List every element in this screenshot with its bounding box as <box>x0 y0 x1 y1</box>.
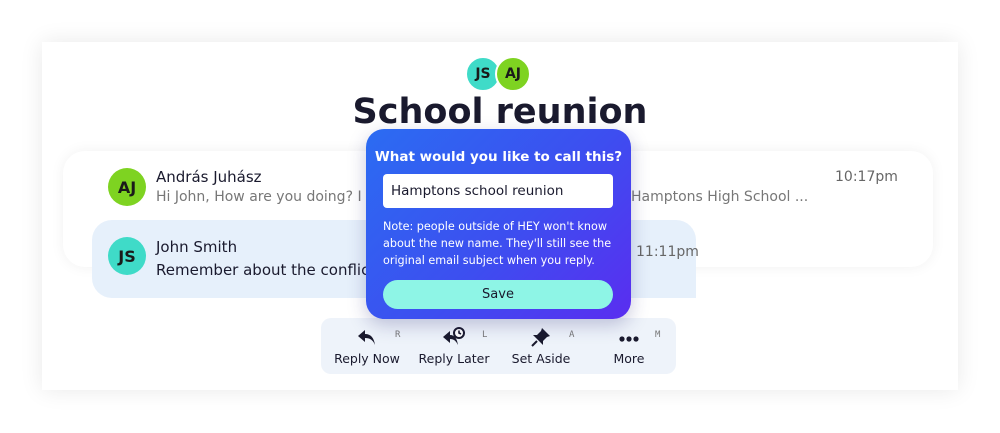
avatar: AJ <box>108 168 146 206</box>
avatar: JS <box>108 237 146 275</box>
action-toolbar: R Reply Now L Reply Later A Set Aside M … <box>321 318 676 374</box>
sender-name: John Smith <box>156 238 238 256</box>
list-item[interactable]: AJ András Juhász Hi John, How are you do… <box>0 0 1000 206</box>
reply-later-button[interactable]: L Reply Later <box>410 318 498 374</box>
page-title: School reunion <box>352 92 648 132</box>
shortcut-key: L <box>482 330 488 340</box>
sender-name: András Juhász <box>156 168 262 186</box>
button-label: Reply Now <box>334 351 400 366</box>
save-button[interactable]: Save <box>383 280 613 309</box>
popup-note: Note: people outside of HEY won't know a… <box>383 220 612 267</box>
popup-heading: What would you like to call this? <box>374 149 623 165</box>
set-aside-button[interactable]: A Set Aside <box>497 318 585 374</box>
button-label: Set Aside <box>511 351 571 366</box>
shortcut-key: R <box>395 330 401 340</box>
message-snippet: Remember about the conflicti <box>156 261 366 279</box>
reply-now-button[interactable]: R Reply Now <box>323 318 411 374</box>
message-time: 10:17pm <box>835 169 898 185</box>
more-button[interactable]: M More <box>585 318 673 374</box>
message-time: 11:11pm <box>636 244 699 260</box>
message-snippet: Hi John, How are you doing? I wa <box>156 189 366 205</box>
shortcut-key: A <box>569 330 575 340</box>
thread-name-input[interactable] <box>383 174 613 208</box>
button-label: More <box>613 351 645 366</box>
button-label: Reply Later <box>418 351 490 366</box>
rename-popup: What would you like to call this? Note: … <box>366 129 631 319</box>
message-snippet-end: Hamptons High School ... <box>631 189 809 205</box>
shortcut-key: M <box>655 330 661 340</box>
